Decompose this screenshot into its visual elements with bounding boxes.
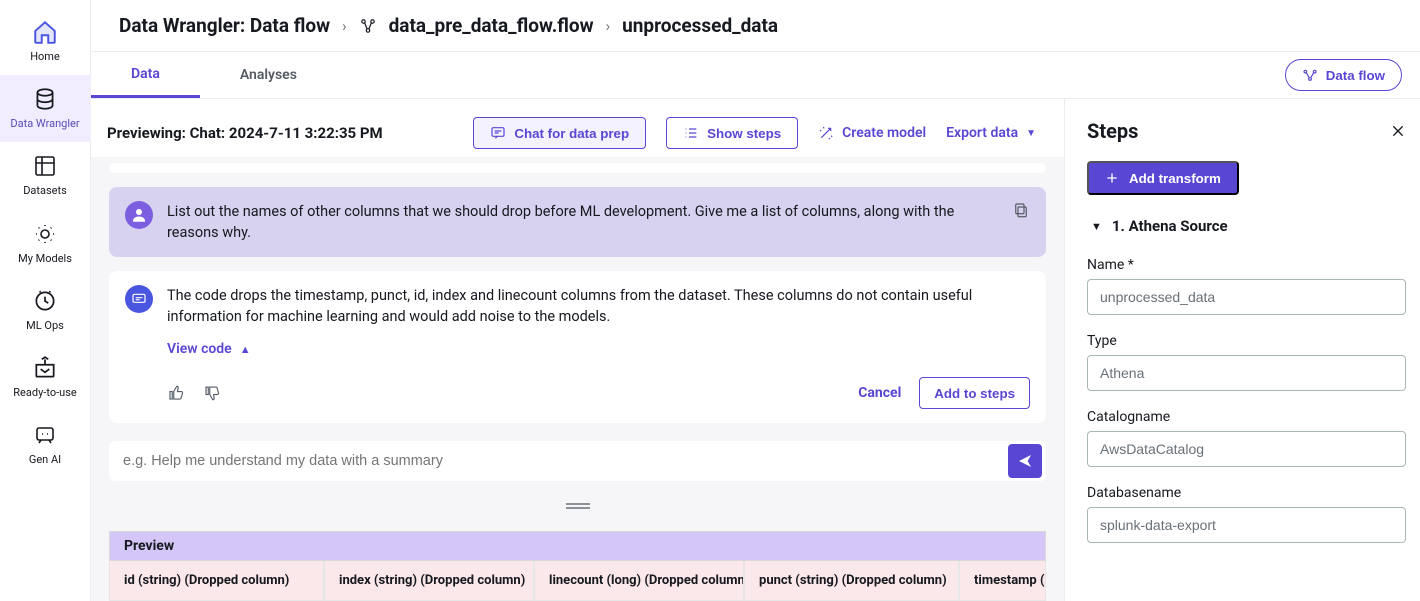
add-to-steps-button[interactable]: Add to steps	[919, 377, 1030, 409]
cancel-link[interactable]: Cancel	[858, 385, 901, 401]
steps-panel-title: Steps	[1087, 119, 1138, 143]
ready-to-use-icon	[31, 354, 59, 382]
flow-file-icon	[359, 17, 377, 35]
resize-handle[interactable]	[109, 495, 1046, 517]
export-data-label: Export data	[946, 125, 1018, 141]
ml-ops-icon	[31, 287, 59, 315]
create-model-link[interactable]: Create model	[818, 125, 926, 141]
data-flow-icon	[1302, 67, 1318, 83]
catalog-field-label: Catalogname	[1087, 409, 1406, 425]
data-flow-button[interactable]: Data flow	[1285, 59, 1402, 91]
nav-datasets[interactable]: Datasets	[0, 142, 91, 209]
step-1-label: 1. Athena Source	[1112, 217, 1228, 235]
add-transform-button[interactable]: Add transform	[1087, 161, 1239, 195]
user-message: List out the names of other columns that…	[109, 187, 1046, 257]
preview-strip: Preview id (string) (Dropped column) ind…	[109, 531, 1046, 601]
catalog-field[interactable]	[1087, 431, 1406, 467]
data-flow-button-label: Data flow	[1326, 68, 1385, 83]
caret-down-icon: ▼	[1026, 128, 1036, 139]
view-code-label: View code	[167, 341, 232, 357]
chevron-up-icon: ▲	[240, 343, 251, 356]
nav-ready-to-use[interactable]: Ready-to-use	[0, 344, 91, 411]
preview-title: Previewing: Chat: 2024-7-11 3:22:35 PM	[107, 124, 383, 142]
chat-area: List out the names of other columns that…	[91, 157, 1064, 601]
tab-analyses[interactable]: Analyses	[200, 52, 337, 98]
chat-icon	[490, 125, 506, 141]
close-icon[interactable]	[1390, 123, 1406, 139]
thumbs-up-icon[interactable]	[167, 384, 185, 402]
create-model-label: Create model	[842, 125, 926, 141]
column-header-index[interactable]: index (string) (Dropped column)	[324, 561, 534, 601]
assistant-message: The code drops the timestamp, punct, id,…	[109, 271, 1046, 423]
breadcrumb-root[interactable]: Data Wrangler: Data flow	[119, 14, 330, 37]
list-icon	[683, 125, 699, 141]
chat-input[interactable]	[123, 453, 1008, 469]
add-transform-label: Add transform	[1129, 171, 1221, 186]
column-header-id[interactable]: id (string) (Dropped column)	[109, 561, 324, 601]
nav-gen-ai[interactable]: Gen AI	[0, 411, 91, 478]
chevron-right-icon: ›	[342, 17, 347, 35]
name-field[interactable]	[1087, 279, 1406, 315]
copy-icon[interactable]	[1012, 201, 1030, 219]
tabs: Data Analyses	[91, 52, 337, 98]
show-steps-label: Show steps	[707, 126, 781, 141]
nav-my-models-label: My Models	[18, 252, 72, 265]
assistant-avatar-icon	[125, 285, 153, 313]
nav-gen-ai-label: Gen AI	[29, 453, 61, 466]
breadcrumb: Data Wrangler: Data flow › data_pre_data…	[91, 0, 1420, 52]
column-header-linecount[interactable]: linecount (long) (Dropped column)	[534, 561, 744, 601]
breadcrumb-file[interactable]: data_pre_data_flow.flow	[389, 14, 594, 37]
data-wrangler-icon	[31, 85, 59, 113]
assistant-message-text: The code drops the timestamp, punct, id,…	[167, 285, 1030, 327]
nav-ml-ops[interactable]: ML Ops	[0, 277, 91, 344]
database-field[interactable]	[1087, 507, 1406, 543]
main-column: Previewing: Chat: 2024-7-11 3:22:35 PM C…	[91, 99, 1064, 601]
thumbs-down-icon[interactable]	[203, 384, 221, 402]
nav-data-wrangler[interactable]: Data Wrangler	[0, 75, 91, 142]
nav-datasets-label: Datasets	[23, 184, 67, 197]
column-header-punct[interactable]: punct (string) (Dropped column)	[744, 561, 959, 601]
steps-panel: Steps Add transform ▼ 1. Athena Source N…	[1064, 99, 1420, 601]
preview-header: Preview	[109, 531, 1046, 561]
send-button[interactable]	[1008, 444, 1042, 478]
caret-down-icon: ▼	[1091, 220, 1102, 233]
show-steps-button[interactable]: Show steps	[666, 117, 798, 149]
export-data-dropdown[interactable]: Export data ▼	[946, 125, 1036, 141]
left-nav-rail: Home Data Wrangler Datasets My Models ML…	[0, 0, 91, 601]
chat-input-row	[109, 441, 1046, 481]
type-field-label: Type	[1087, 333, 1406, 349]
previous-message-stub	[109, 163, 1046, 173]
my-models-icon	[31, 220, 59, 248]
nav-ml-ops-label: ML Ops	[26, 319, 64, 332]
datasets-icon	[31, 152, 59, 180]
user-avatar-icon	[125, 201, 153, 229]
chat-for-data-prep-label: Chat for data prep	[514, 126, 629, 141]
nav-ready-to-use-label: Ready-to-use	[13, 386, 76, 399]
preview-columns-row: id (string) (Dropped column) index (stri…	[109, 561, 1046, 601]
user-message-text: List out the names of other columns that…	[167, 201, 998, 243]
data-toolbar: Previewing: Chat: 2024-7-11 3:22:35 PM C…	[91, 99, 1064, 157]
chevron-right-icon: ›	[606, 17, 611, 35]
name-field-label: Name *	[1087, 257, 1406, 273]
nav-home-label: Home	[30, 50, 60, 63]
home-icon	[31, 18, 59, 46]
tabs-row: Data Analyses Data flow	[91, 52, 1420, 99]
column-header-timestamp[interactable]: timestamp (string)	[959, 561, 1046, 601]
database-field-label: Databasename	[1087, 485, 1406, 501]
tab-data[interactable]: Data	[91, 52, 200, 98]
chat-for-data-prep-button[interactable]: Chat for data prep	[473, 117, 646, 149]
type-field[interactable]	[1087, 355, 1406, 391]
magic-wand-icon	[818, 125, 834, 141]
nav-my-models[interactable]: My Models	[0, 210, 91, 277]
nav-data-wrangler-label: Data Wrangler	[10, 117, 79, 130]
gen-ai-icon	[31, 421, 59, 449]
view-code-toggle[interactable]: View code ▲	[167, 341, 1030, 357]
step-1-row[interactable]: ▼ 1. Athena Source	[1087, 217, 1406, 235]
breadcrumb-node[interactable]: unprocessed_data	[622, 14, 778, 37]
nav-home[interactable]: Home	[0, 8, 91, 75]
plus-icon	[1105, 171, 1119, 185]
